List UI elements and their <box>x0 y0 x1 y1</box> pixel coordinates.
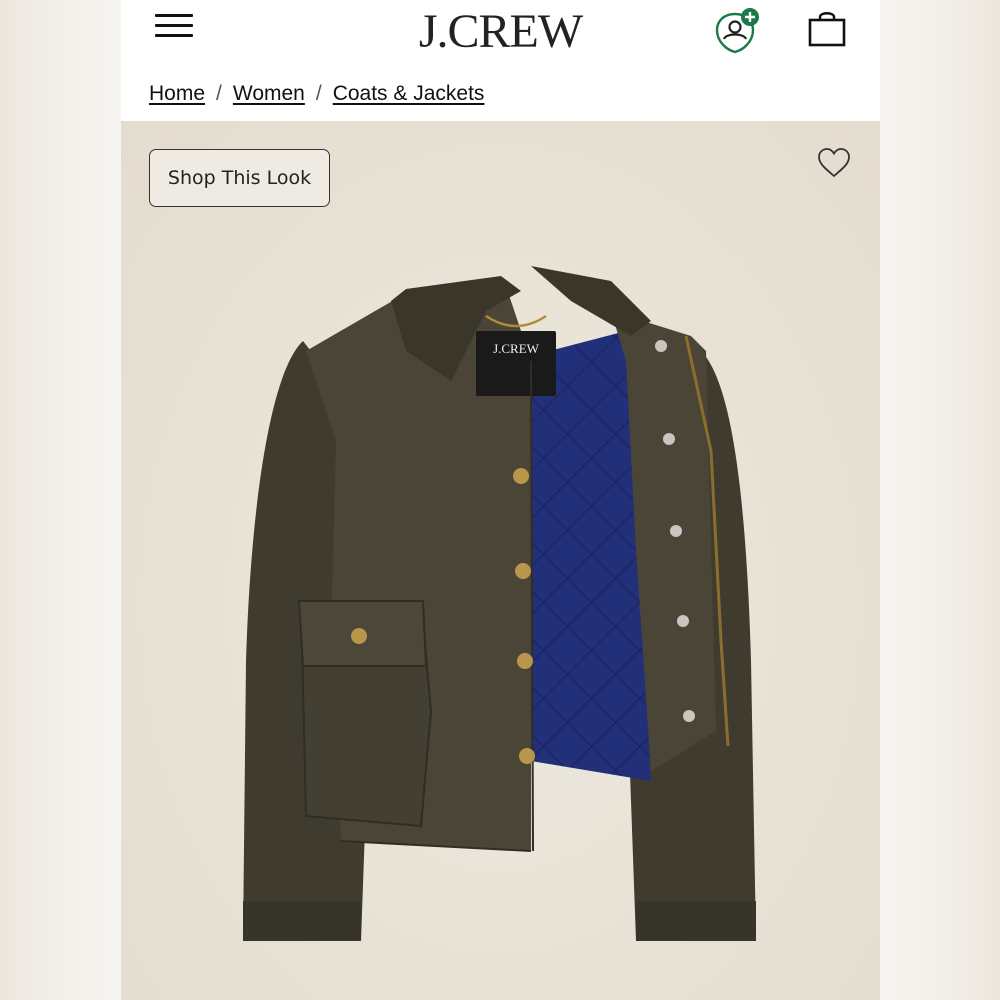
jacket-product-image: J.CREW <box>243 266 756 941</box>
breadcrumb-home[interactable]: Home <box>149 82 205 106</box>
site-header: J.CREW Home / Women / Coats & Jackets <box>121 0 880 121</box>
product-image-area[interactable]: Shop This Look J.CREW <box>121 121 880 1000</box>
brand-logo[interactable]: J.CREW <box>121 4 880 59</box>
garment-label-brand: J.CREW <box>493 341 540 356</box>
shopping-bag-icon[interactable] <box>807 9 847 47</box>
rewards-add-icon[interactable] <box>713 6 763 54</box>
shop-this-look-button[interactable]: Shop This Look <box>149 149 330 207</box>
breadcrumb: Home / Women / Coats & Jackets <box>149 82 484 106</box>
breadcrumb-coats-jackets[interactable]: Coats & Jackets <box>333 82 485 106</box>
heart-icon[interactable] <box>816 147 852 179</box>
breadcrumb-separator: / <box>216 82 222 105</box>
breadcrumb-women[interactable]: Women <box>233 82 305 106</box>
breadcrumb-separator: / <box>315 82 322 105</box>
phone-screen: J.CREW Home / Women / Coats & Jackets Sh… <box>121 0 880 1000</box>
